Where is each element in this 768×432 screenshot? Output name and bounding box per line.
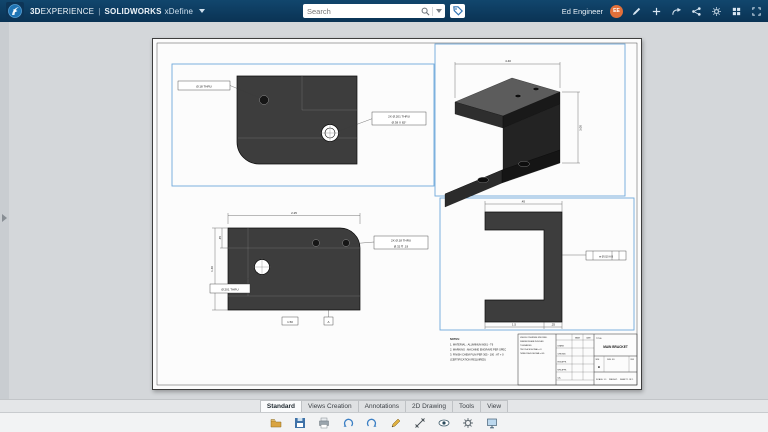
dim-label: 1.40 xyxy=(210,266,214,272)
bottom-toolbar: Standard Views Creation Annotations 2D D… xyxy=(0,399,768,432)
tab-annotations[interactable]: Annotations xyxy=(358,400,406,412)
left-panel-rail xyxy=(0,22,9,399)
note-line: 3. FINISH CHEM FILM PER 305 - 100 : AT +… xyxy=(450,353,504,357)
user-cluster: Ed Engineer EE xyxy=(562,0,763,22)
edit-icon[interactable] xyxy=(630,5,643,18)
add-icon[interactable] xyxy=(650,5,663,18)
tb-dwg-label: DWG. NO. xyxy=(607,359,616,361)
settings-gear-icon[interactable] xyxy=(710,5,723,18)
tb-role: CHECKED xyxy=(558,354,567,356)
dim-label: 1.5 xyxy=(512,323,517,327)
user-name[interactable]: Ed Engineer xyxy=(562,7,603,16)
view-eye-icon[interactable] xyxy=(435,415,453,431)
datum-label: A xyxy=(327,320,329,324)
tb-role: DRAWN xyxy=(558,345,565,348)
note-line: (CERTIFICATION REQUIRED) xyxy=(450,358,486,362)
tb-title-label: TITLE: xyxy=(596,338,602,340)
note-line: 2. MARKING : MACHINE ENGRAVE PER SPEC xyxy=(450,348,506,352)
redo-icon[interactable] xyxy=(363,415,381,431)
brand-separator: | xyxy=(98,6,101,16)
share-arrow-icon[interactable] xyxy=(670,5,683,18)
display-monitor-icon[interactable] xyxy=(483,415,501,431)
search-bar[interactable] xyxy=(303,4,445,18)
3dexperience-compass-icon[interactable] xyxy=(6,2,24,20)
app-window: 3DEXPERIENCE | SOLIDWORKS xDefine Ed Eng… xyxy=(0,0,768,432)
tab-view[interactable]: View xyxy=(481,400,509,412)
search-input[interactable] xyxy=(303,6,418,16)
dim-label: 3.00 xyxy=(579,125,583,131)
tb-name-header: NAME xyxy=(575,337,581,340)
tool-icon-row xyxy=(0,413,768,432)
tb-tol: UNLESS OTHERWISE SPECIFIED: xyxy=(520,337,548,339)
dim-label: 2X Ø.18 THRU xyxy=(391,239,411,243)
tab-views-creation[interactable]: Views Creation xyxy=(302,400,359,412)
sketch-pencil-icon[interactable] xyxy=(387,415,405,431)
tag-icon[interactable] xyxy=(450,4,465,18)
ribbon-tabs: Standard Views Creation Annotations 2D D… xyxy=(0,400,768,413)
topbar: 3DEXPERIENCE | SOLIDWORKS xDefine Ed Eng… xyxy=(0,0,768,22)
dim-label: 2X Ø.201 THRU xyxy=(388,115,410,119)
tb-role: Q.A. xyxy=(558,377,562,380)
dim-label: .45 xyxy=(521,199,526,203)
sheet-outer-border xyxy=(152,38,642,390)
share-nodes-icon[interactable] xyxy=(690,5,703,18)
tab-tools[interactable]: Tools xyxy=(452,400,482,412)
drawing-sheet[interactable]: Ø.18 THRU 2X Ø.201 THRU Ø.38 X 82° 2.25 … xyxy=(152,38,642,390)
gdt-frame-label: ⊕ Ø.010 A B xyxy=(599,255,613,258)
avatar[interactable]: EE xyxy=(610,4,623,18)
note-line: 1. MATERIAL : ALUMINUM 6061 - T6 xyxy=(450,343,494,347)
graphics-viewport[interactable]: Ø.18 THRU 2X Ø.201 THRU Ø.38 X 82° 2.25 … xyxy=(0,22,768,399)
smart-dimension-icon[interactable] xyxy=(411,415,429,431)
tb-role: MFG APPR. xyxy=(558,369,568,372)
dim-label: .25 xyxy=(551,323,556,327)
dim-label: .45 xyxy=(218,236,222,241)
dim-label: 4.40 xyxy=(505,59,511,63)
open-icon[interactable] xyxy=(267,415,285,431)
tb-sheet: SHEET 1 OF 1 xyxy=(620,379,634,381)
fullscreen-icon[interactable] xyxy=(750,5,763,18)
brand-3d: 3D xyxy=(30,6,41,16)
search-icon[interactable] xyxy=(418,7,432,16)
dim-label: Ø.18 THRU xyxy=(196,84,212,88)
print-icon[interactable] xyxy=(315,415,333,431)
tb-tol: TWO PLACE DECIMAL ±.01 xyxy=(520,348,542,351)
chevron-down-icon[interactable] xyxy=(199,9,206,13)
dim-label: Ø.201 THRU xyxy=(221,287,238,291)
tb-role: ENG APPR. xyxy=(558,361,568,364)
workspace-name[interactable]: xDefine xyxy=(165,7,194,16)
brand-experience: EXPERIENCE xyxy=(40,6,95,16)
tb-weight: WEIGHT: xyxy=(609,379,618,381)
dim-label: 1.50 xyxy=(287,320,293,324)
tb-scale: SCALE: 1:1 xyxy=(596,378,607,381)
dim-label: Ø.32 ∇ .19 xyxy=(394,245,409,249)
tb-title: MAIN BRACKET xyxy=(603,345,628,349)
tb-tol: DIMENSIONS ARE IN INCHES xyxy=(520,340,544,343)
tab-2d-drawing[interactable]: 2D Drawing xyxy=(405,400,453,412)
drawing-sheet-svg[interactable]: Ø.18 THRU 2X Ø.201 THRU Ø.38 X 82° 2.25 … xyxy=(152,38,642,390)
dim-label: 2.25 xyxy=(291,211,297,215)
tb-tol: THREE PLACE DECIMAL ±.005 xyxy=(520,352,544,355)
dim-label: Ø.38 X 82° xyxy=(392,121,408,125)
tb-tol: TOLERANCES: xyxy=(520,344,532,347)
tab-standard[interactable]: Standard xyxy=(259,400,303,412)
options-gear-icon[interactable] xyxy=(459,415,477,431)
undo-icon[interactable] xyxy=(339,415,357,431)
brand-solidworks: SOLIDWORKS xyxy=(104,6,162,16)
app-title: 3DEXPERIENCE | SOLIDWORKS xDefine xyxy=(30,6,206,16)
search-dropdown-icon[interactable] xyxy=(433,9,445,13)
save-icon[interactable] xyxy=(291,415,309,431)
apps-grid-icon[interactable] xyxy=(730,5,743,18)
expand-panel-icon[interactable] xyxy=(2,214,7,222)
notes-title: NOTES: xyxy=(450,337,460,341)
